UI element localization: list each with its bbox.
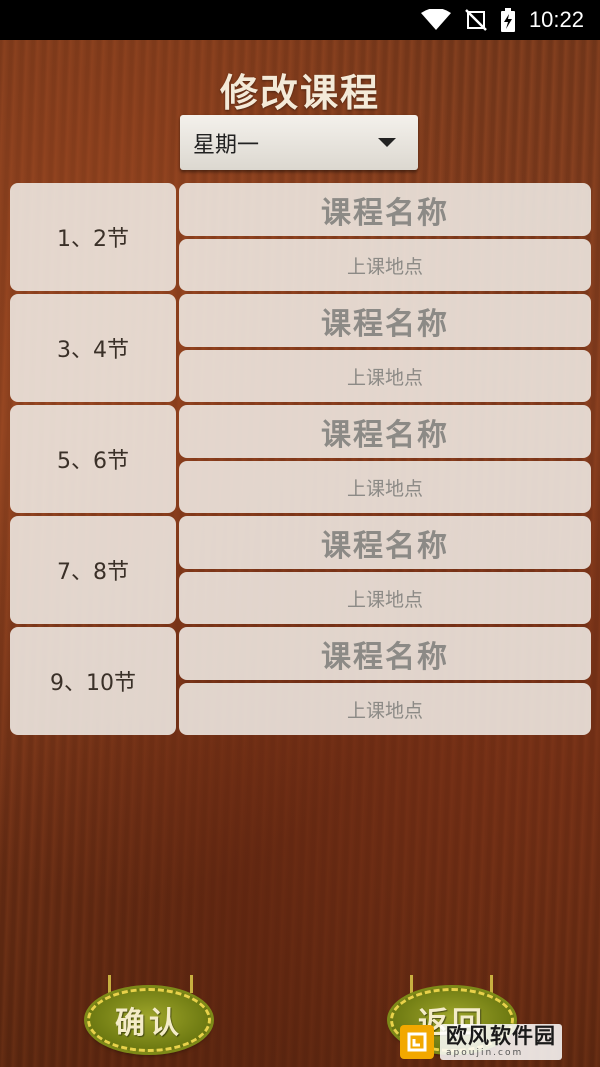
hanging-string [190, 975, 193, 993]
location-input[interactable]: 上课地点 [179, 683, 591, 735]
schedule-row: 3、4节 课程名称 上课地点 [10, 294, 592, 405]
weekday-value: 星期一 [193, 132, 260, 158]
location-input[interactable]: 上课地点 [179, 461, 591, 513]
schedule-row: 9、10节 课程名称 上课地点 [10, 627, 592, 738]
watermark-name: 欧风软件园 [446, 1024, 556, 1048]
location-input[interactable]: 上课地点 [179, 572, 591, 624]
schedule-row: 1、2节 课程名称 上课地点 [10, 183, 592, 294]
hanging-string [490, 975, 493, 993]
page-title: 修改课程 [219, 71, 380, 115]
hanging-string [410, 975, 413, 993]
period-label: 1、2节 [10, 183, 176, 291]
confirm-button[interactable]: 确认 [87, 988, 211, 1052]
course-name-input[interactable]: 课程名称 [179, 294, 591, 347]
wifi-icon [420, 9, 451, 30]
battery-charging-icon [500, 8, 515, 32]
dropdown-caret-icon [378, 138, 396, 147]
period-label: 5、6节 [10, 405, 176, 513]
schedule-row: 7、8节 课程名称 上课地点 [10, 516, 592, 627]
hanging-string [108, 975, 111, 993]
weekday-dropdown[interactable]: 星期一 [180, 115, 418, 170]
schedule-rows: 1、2节 课程名称 上课地点 3、4节 课程名称 上课地点 5、6节 课程名称 … [10, 183, 592, 738]
course-name-input[interactable]: 课程名称 [179, 405, 591, 458]
status-bar: 10:22 [0, 0, 600, 40]
schedule-row: 5、6节 课程名称 上课地点 [10, 405, 592, 516]
period-label: 7、8节 [10, 516, 176, 624]
watermark-url: apoujin.com [446, 1048, 524, 1058]
no-signal-icon [465, 9, 487, 31]
location-input[interactable]: 上课地点 [179, 239, 591, 291]
course-name-input[interactable]: 课程名称 [179, 627, 591, 680]
course-name-input[interactable]: 课程名称 [179, 516, 591, 569]
course-name-input[interactable]: 课程名称 [179, 183, 591, 236]
location-input[interactable]: 上课地点 [179, 350, 591, 402]
period-label: 3、4节 [10, 294, 176, 402]
watermark-logo-icon [400, 1025, 434, 1059]
status-time: 10:22 [528, 7, 584, 32]
period-label: 9、10节 [10, 627, 176, 735]
watermark: 欧风软件园 apoujin.com [400, 1022, 594, 1062]
